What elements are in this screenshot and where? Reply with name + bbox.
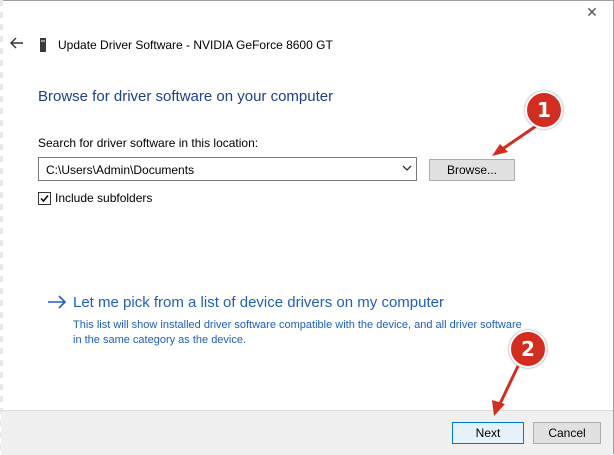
chevron-down-icon[interactable] [402, 163, 412, 173]
annotation-badge-1: 1 [525, 91, 563, 129]
window-title: Update Driver Software - NVIDIA GeForce … [58, 38, 333, 52]
close-icon[interactable]: ✕ [584, 4, 600, 20]
include-subfolders-checkbox[interactable] [38, 192, 51, 205]
annotation-badge-2: 2 [509, 330, 547, 368]
device-icon [40, 38, 46, 52]
back-arrow-icon[interactable] [10, 36, 24, 50]
cancel-button[interactable]: Cancel [533, 422, 601, 444]
include-subfolders-label[interactable]: Include subfolders [55, 191, 152, 205]
path-combobox[interactable]: C:\Users\Admin\Documents [38, 157, 417, 181]
browse-button[interactable]: Browse... [429, 159, 515, 181]
next-button[interactable]: Next [452, 422, 524, 444]
pick-driver-description: This list will show installed driver sof… [73, 319, 522, 346]
path-value: C:\Users\Admin\Documents [46, 163, 195, 177]
arrow-right-icon[interactable] [47, 294, 67, 310]
search-location-label: Search for driver software in this locat… [38, 136, 259, 150]
pick-driver-link[interactable]: Let me pick from a list of device driver… [73, 294, 444, 311]
annotation-arrow-2 [492, 365, 520, 416]
page-heading: Browse for driver software on your compu… [38, 88, 334, 105]
background-edge [0, 0, 3, 454]
checkmark-icon [40, 195, 49, 203]
